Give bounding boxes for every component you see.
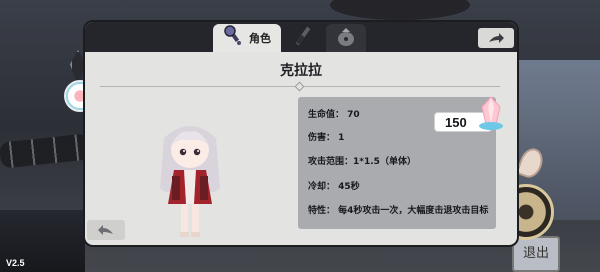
stat-range: 攻击范围：1*1.5（单体） [308,157,416,167]
stat-damage-label: 伤害 [308,133,327,143]
stat-trait: 特性： 每4秒攻击一次，大幅度击退攻击目标 [308,206,489,216]
bomb-bag-icon [334,24,358,52]
background-chain [0,133,92,169]
stat-hp-label: 生命值 [308,110,336,120]
version-label: V2.5 [6,258,25,268]
stat-cooldown-label: 冷却 [308,182,327,192]
knife-tool-icon [291,24,315,52]
share-arrow-icon [487,29,505,48]
cost-value: 150 [445,114,467,130]
tab-character-label: 角色 [249,32,271,45]
stat-cooldown-value: 45秒 [338,182,360,192]
character-name: 克拉拉 [280,63,322,79]
back-arrow-icon [97,221,115,240]
stat-range-value: 1*1.5（单体） [353,157,416,167]
wrench-tool-icon [223,25,245,51]
background-drum [330,0,470,20]
background-exit-sign: 退出 [512,236,560,272]
tab-item[interactable] [326,24,366,52]
tab-weapon[interactable] [285,24,321,52]
tab-character[interactable]: 角色 [213,24,281,52]
crystal-icon [478,96,504,130]
stat-damage: 伤害： 1 [308,133,345,143]
stat-trait-label: 特性 [308,206,327,216]
stat-trait-value: 每4秒攻击一次，大幅度击退攻击目标 [338,206,489,216]
stat-damage-value: 1 [338,133,345,143]
stat-hp: 生命值： 70 [308,110,360,120]
stat-range-label: 攻击范围 [308,157,345,167]
stat-hp-value: 70 [347,110,360,120]
back-button[interactable] [87,220,125,240]
stat-cooldown: 冷却： 45秒 [308,182,360,192]
share-button[interactable] [478,28,514,48]
character-portrait [150,118,230,242]
